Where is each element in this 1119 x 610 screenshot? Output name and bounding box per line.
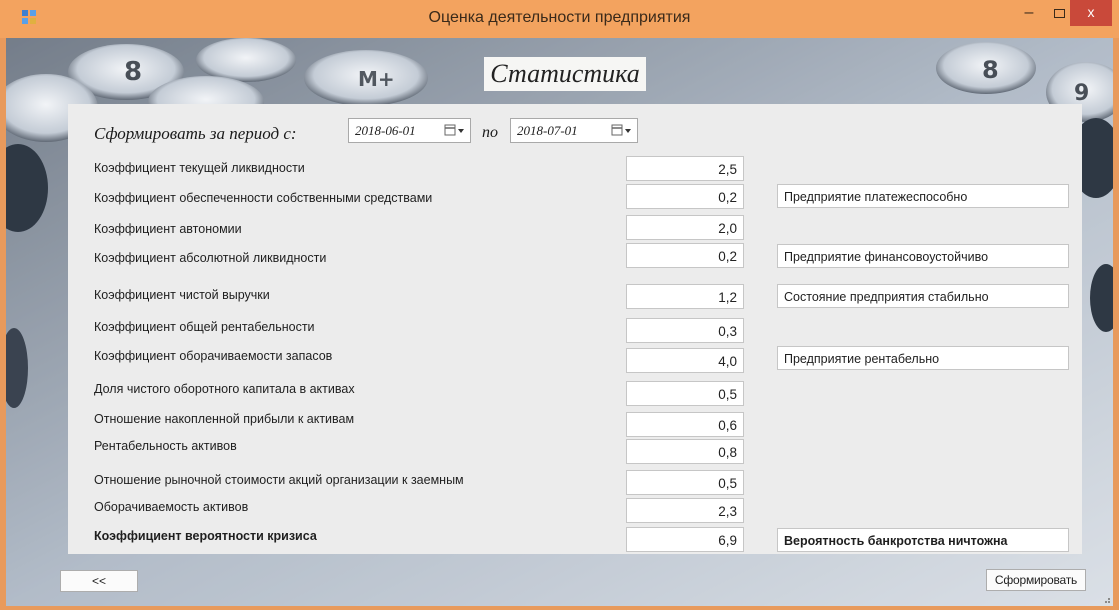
indicator-label: Коэффициент абсолютной ликвидности [94,251,327,265]
indicator-value[interactable]: 1,2 [626,284,744,309]
date-from-picker[interactable]: 2018-06-01 [348,118,471,143]
indicator-label: Отношение накопленной прибыли к активам [94,412,355,426]
indicator-value[interactable]: 0,5 [626,470,744,495]
date-to-picker[interactable]: 2018-07-01 [510,118,638,143]
indicator-value[interactable]: 4,0 [626,348,744,373]
date-to-value: 2018-07-01 [517,123,578,138]
resize-grip-icon[interactable] [1101,594,1111,604]
svg-text:8: 8 [124,57,142,87]
statistics-panel: Сформировать за период с: 2018-06-01 по … [68,104,1082,554]
close-button[interactable]: x [1070,0,1112,26]
indicator-label: Коэффициент текущей ликвидности [94,161,305,175]
indicator-label: Оборачиваемость активов [94,500,249,514]
generate-button[interactable]: Сформировать [986,569,1086,591]
minimize-button[interactable]: – [1014,0,1044,30]
indicator-value[interactable]: 0,5 [626,381,744,406]
status-bankruptcy[interactable]: Вероятность банкротства ничтожна [777,528,1069,552]
indicator-value[interactable]: 0,3 [626,318,744,343]
indicator-value[interactable]: 0,8 [626,439,744,464]
indicator-value[interactable]: 0,2 [626,243,744,268]
indicator-label: Коэффициент оборачиваемости запасов [94,349,333,363]
indicator-label: Коэффициент автономии [94,222,242,236]
client-area: 8 M+ 8 9 Статистика Сформировать за пери… [6,38,1113,606]
status-financial-stability[interactable]: Предприятие финансовоустойчиво [777,244,1069,268]
indicator-value[interactable]: 0,2 [626,184,744,209]
indicator-value[interactable]: 2,0 [626,215,744,240]
indicator-label: Рентабельность активов [94,439,237,453]
status-condition[interactable]: Состояние предприятия стабильно [777,284,1069,308]
app-window: Оценка деятельности предприятия – x 8 M+… [0,0,1119,610]
svg-text:9: 9 [1074,81,1089,106]
status-solvency[interactable]: Предприятие платежеспособно [777,184,1069,208]
status-profitability[interactable]: Предприятие рентабельно [777,346,1069,370]
indicator-label: Коэффициент общей рентабельности [94,320,315,334]
maximize-icon [1053,9,1065,18]
indicator-value[interactable]: 2,3 [626,498,744,523]
period-from-label: Сформировать за период с: [94,124,297,143]
indicator-label: Отношение рыночной стоимости акций орган… [94,473,464,487]
calendar-dropdown-icon[interactable] [444,124,466,137]
crisis-indicator-label: Коэффициент вероятности кризиса [94,529,317,543]
indicator-label: Доля чистого оборотного капитала в актив… [94,382,355,396]
indicator-value[interactable]: 0,6 [626,412,744,437]
title-bar[interactable]: Оценка деятельности предприятия – x [0,0,1119,38]
indicator-value[interactable]: 2,5 [626,156,744,181]
svg-text:M+: M+ [358,67,395,91]
svg-text:8: 8 [982,56,999,84]
page-heading: Статистика [484,57,646,91]
date-from-value: 2018-06-01 [355,123,416,138]
window-title: Оценка деятельности предприятия [428,9,691,26]
crisis-indicator-value[interactable]: 6,9 [626,527,744,552]
indicator-label: Коэффициент обеспеченности собственными … [94,191,433,205]
calendar-dropdown-icon[interactable] [611,124,633,137]
period-to-label: по [482,124,498,141]
indicator-label: Коэффициент чистой выручки [94,288,270,302]
back-button[interactable]: << [60,570,138,592]
